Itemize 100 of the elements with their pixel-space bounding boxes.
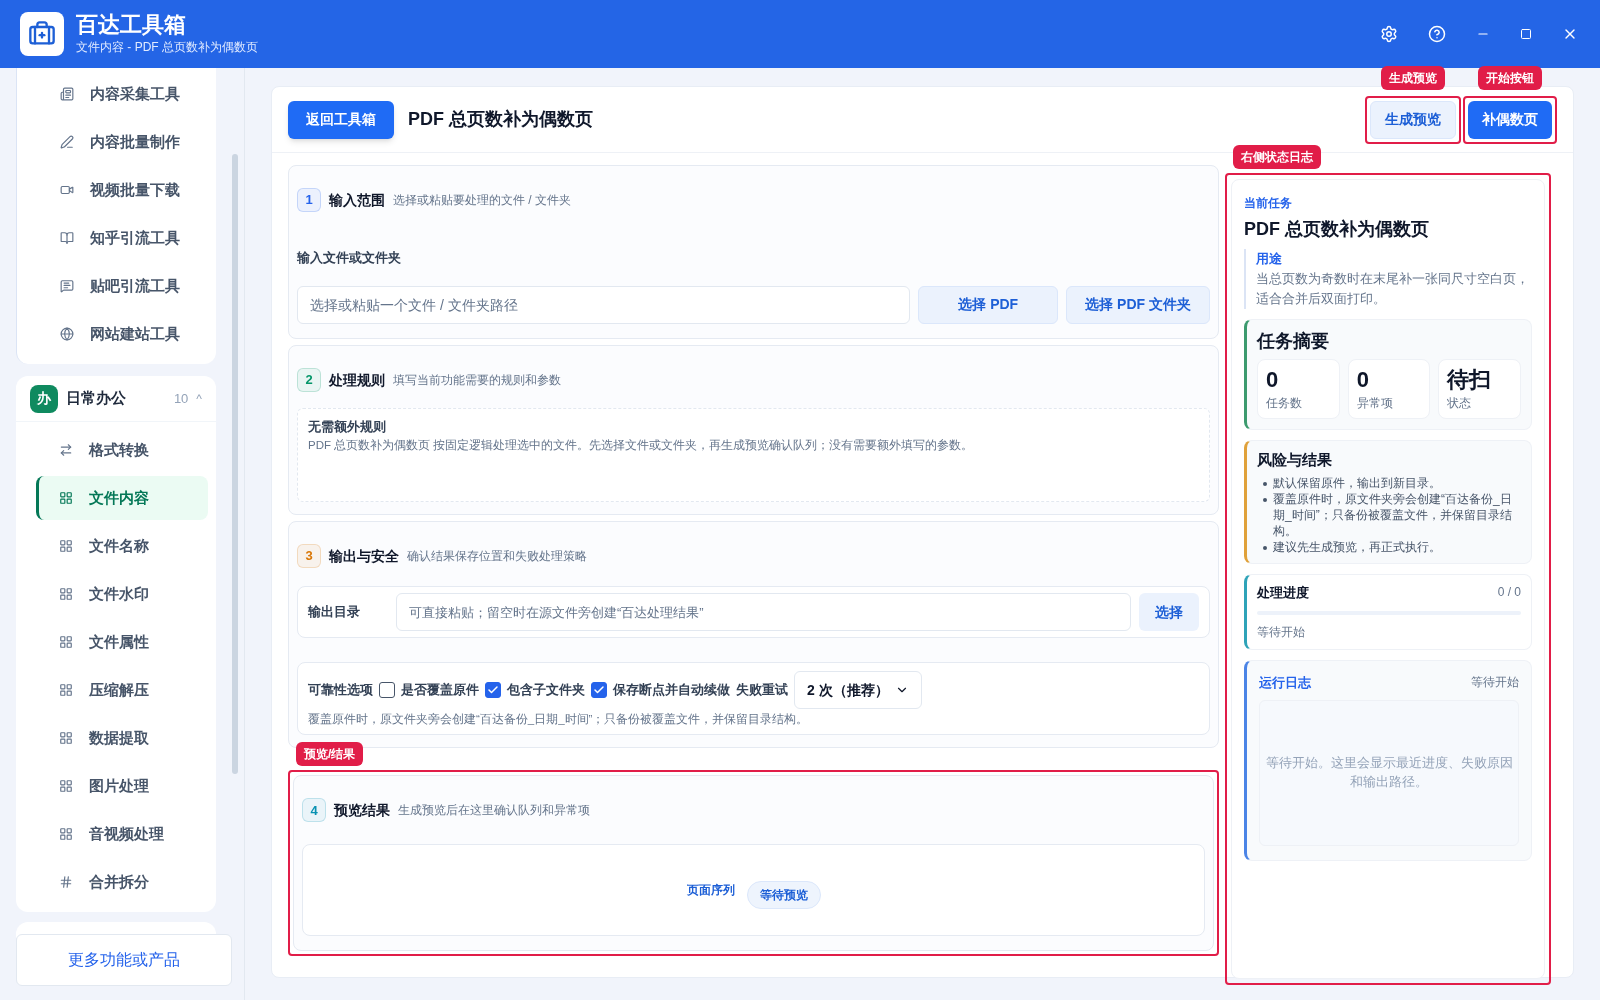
preview-label: 页面序列 bbox=[686, 882, 735, 900]
annotation-tag: 生成预览 bbox=[1381, 65, 1445, 90]
option-label: 是否覆盖原件 bbox=[401, 681, 479, 700]
step-number: 1 bbox=[297, 188, 321, 212]
sidebar-item[interactable]: 内容采集工具 bbox=[37, 72, 208, 116]
section-title: 处理规则 bbox=[329, 370, 385, 390]
app-logo bbox=[20, 12, 64, 56]
annotation-tag: 预览/结果 bbox=[296, 742, 364, 767]
sidebar-item[interactable]: 知乎引流工具 bbox=[37, 216, 208, 260]
card-title: 处理进度 bbox=[1257, 584, 1309, 602]
purpose-text: 当总页数为奇数时在末尾补一张同尺寸空白页，适合合并后双面打印。 bbox=[1256, 269, 1530, 308]
rule-title: 无需额外规则 bbox=[308, 418, 387, 436]
stat-label: 异常项 bbox=[1356, 394, 1394, 412]
options-label: 可靠性选项 bbox=[308, 681, 373, 700]
sidebar-item[interactable]: 文件水印 bbox=[36, 572, 208, 616]
task-title: PDF 总页数补为偶数页 bbox=[1244, 218, 1430, 241]
grid-icon bbox=[59, 539, 73, 553]
retry-select[interactable]: 2 次（推荐） bbox=[794, 671, 922, 709]
group-badge: 办 bbox=[30, 384, 58, 413]
group-count: 10 bbox=[173, 389, 189, 408]
book-icon bbox=[60, 231, 74, 245]
start-button[interactable]: 补偶数页 bbox=[1468, 100, 1552, 139]
swap-icon bbox=[59, 443, 73, 457]
path-input-field[interactable]: 选择或粘贴一个文件 / 文件夹路径 bbox=[297, 285, 911, 324]
section-hint: 选择或粘贴要处理的文件 / 文件夹 bbox=[393, 192, 571, 209]
step-number: 4 bbox=[302, 798, 326, 823]
sidebar-item[interactable]: 图片处理 bbox=[36, 764, 208, 808]
option-label: 包含子文件夹 bbox=[507, 681, 585, 700]
more-products-button[interactable]: 更多功能或产品 bbox=[16, 934, 232, 986]
card-title: 风险与结果 bbox=[1257, 449, 1333, 470]
settings-icon[interactable] bbox=[1380, 25, 1398, 43]
select-button[interactable]: 选择 bbox=[1139, 593, 1199, 631]
pen-icon bbox=[60, 135, 74, 149]
grid-icon bbox=[59, 635, 73, 649]
checkbox[interactable] bbox=[379, 682, 395, 698]
risk-item: 覆盖原件时，原文件夹旁会创建“百达备份_日期_时间”；只备份被覆盖文件，并保留目录结构。 bbox=[1273, 491, 1513, 539]
check-icon bbox=[487, 684, 499, 696]
caret-icon: ^ bbox=[196, 389, 202, 408]
sidebar-item[interactable]: 格式转换 bbox=[36, 428, 208, 472]
sidebar-item[interactable]: 文件内容 bbox=[36, 476, 208, 520]
sidebar-item[interactable]: 文件名称 bbox=[36, 524, 208, 568]
hash-icon bbox=[59, 875, 73, 889]
stat-value: 0 bbox=[1266, 365, 1280, 394]
checkbox[interactable] bbox=[485, 682, 501, 698]
card-title: 任务摘要 bbox=[1257, 329, 1330, 353]
sidebar-item[interactable]: 网站建站工具 bbox=[37, 312, 208, 356]
help-icon[interactable] bbox=[1428, 25, 1446, 43]
select-button[interactable]: 选择 PDF bbox=[918, 285, 1059, 324]
grid-icon bbox=[59, 587, 73, 601]
step-number: 3 bbox=[297, 544, 321, 568]
app-subtitle: 文件内容 - PDF 总页数补为偶数页 bbox=[76, 39, 258, 56]
stat-value: 0 bbox=[1356, 365, 1370, 394]
section-hint: 填写当前功能需要的规则和参数 bbox=[393, 372, 561, 389]
newspaper-icon bbox=[60, 87, 74, 101]
bullet-icon bbox=[1263, 546, 1267, 550]
group-header[interactable]: 办 日常办公 10 ^ bbox=[16, 376, 216, 422]
globe-icon bbox=[60, 327, 74, 341]
annotation-tag: 右侧状态日志 bbox=[1233, 145, 1321, 169]
options-note: 覆盖原件时，原文件夹旁会创建“百达备份_日期_时间”；只备份被覆盖文件，并保留目录结构。 bbox=[308, 712, 810, 727]
check-icon bbox=[593, 684, 605, 696]
task-label: 当前任务 bbox=[1244, 195, 1293, 212]
stat-value: 待扫 bbox=[1447, 365, 1493, 394]
sidebar-item[interactable]: 数据提取 bbox=[36, 716, 208, 760]
card-title: 运行日志 bbox=[1259, 673, 1311, 692]
back-button[interactable]: 返回工具箱 bbox=[288, 100, 394, 139]
app-title: 百达工具箱 bbox=[76, 12, 187, 38]
group-title: 日常办公 bbox=[66, 388, 127, 409]
status-badge: 等待预览 bbox=[746, 881, 821, 910]
page-title: PDF 总页数补为偶数页 bbox=[408, 108, 593, 131]
preview-button[interactable]: 生成预览 bbox=[1370, 100, 1456, 139]
annotation-tag: 开始按钮 bbox=[1478, 65, 1542, 90]
grid-icon bbox=[59, 731, 73, 745]
sidebar-item[interactable]: 合并拆分 bbox=[36, 860, 208, 904]
purpose-label: 用途 bbox=[1256, 250, 1283, 268]
field-label: 输出目录 bbox=[308, 603, 361, 622]
maximize-icon[interactable] bbox=[1520, 28, 1532, 40]
progress-status: 等待开始 bbox=[1257, 623, 1306, 641]
progress-count: 0 / 0 bbox=[1497, 584, 1521, 601]
stat-label: 任务数 bbox=[1266, 394, 1303, 412]
sidebar-item[interactable]: 压缩解压 bbox=[36, 668, 208, 712]
bullet-icon bbox=[1263, 482, 1267, 486]
risk-item: 默认保留原件，输出到新目录。 bbox=[1273, 475, 1441, 491]
sidebar-item[interactable]: 内容批量制作 bbox=[37, 120, 208, 164]
risk-item: 建议先生成预览，再正式执行。 bbox=[1273, 539, 1441, 555]
section-title: 预览结果 bbox=[334, 800, 390, 820]
sidebar-item[interactable]: 贴吧引流工具 bbox=[37, 264, 208, 308]
rule-description: PDF 总页数补为偶数页 按固定逻辑处理选中的文件。先选择文件或文件夹，再生成预览确认队列；没有需要额外填写的参数。 bbox=[308, 437, 975, 453]
output-dir-field[interactable]: 可直接粘贴；留空时在源文件旁创建“百达处理结果” bbox=[396, 593, 1131, 631]
option-label: 保存断点并自动续做 bbox=[613, 681, 730, 700]
sidebar-item[interactable]: 视频批量下载 bbox=[37, 168, 208, 212]
select-button[interactable]: 选择 PDF 文件夹 bbox=[1066, 285, 1210, 324]
sidebar-item[interactable]: 文件属性 bbox=[36, 620, 208, 664]
section-hint: 生成预览后在这里确认队列和异常项 bbox=[398, 802, 590, 820]
step-number: 2 bbox=[297, 368, 321, 392]
checkbox[interactable] bbox=[591, 682, 607, 698]
field-label: 输入文件或文件夹 bbox=[297, 249, 402, 267]
sidebar-item[interactable]: 音视频处理 bbox=[36, 812, 208, 856]
retry-label: 失败重试 bbox=[736, 681, 788, 700]
section-title: 输入范围 bbox=[329, 190, 385, 210]
stat-label: 状态 bbox=[1447, 394, 1473, 412]
